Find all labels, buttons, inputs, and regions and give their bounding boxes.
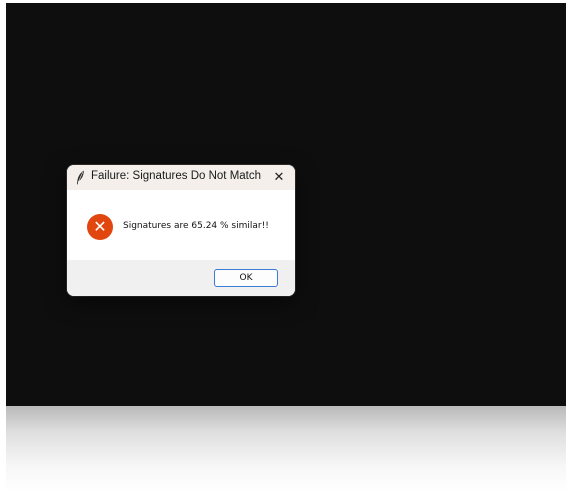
close-button[interactable]: ✕ <box>270 169 288 186</box>
dialog-title: Failure: Signatures Do Not Match <box>91 170 262 182</box>
dialog-footer: OK <box>67 260 295 296</box>
ok-button[interactable]: OK <box>214 269 278 287</box>
dialog-body: ✕ Signatures are 65.24 % similar!! <box>67 190 295 260</box>
error-icon: ✕ <box>87 214 113 240</box>
dialog-title-bar[interactable]: Failure: Signatures Do Not Match ✕ <box>67 165 295 190</box>
screen: Failure: Signatures Do Not Match ✕ ✕ Sig… <box>0 0 566 492</box>
message-dialog: Failure: Signatures Do Not Match ✕ ✕ Sig… <box>67 165 295 296</box>
feather-icon <box>76 170 84 185</box>
close-icon: ✕ <box>273 170 285 185</box>
desktop-shadow <box>6 406 566 492</box>
dialog-message: Signatures are 65.24 % similar!! <box>123 221 269 231</box>
